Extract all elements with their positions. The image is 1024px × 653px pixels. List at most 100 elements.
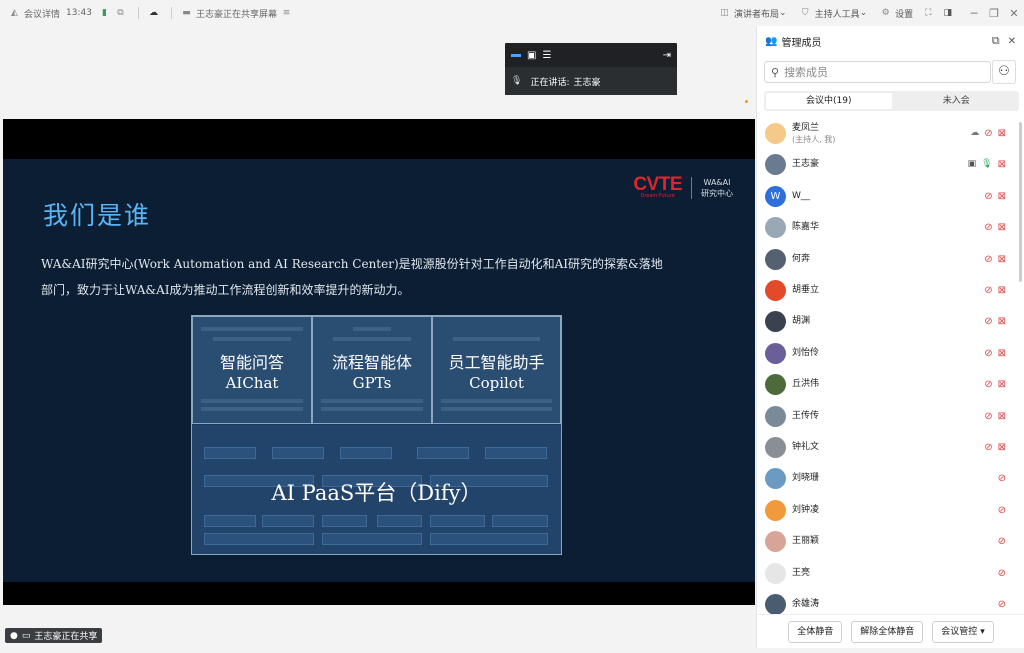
member-status-icons: ⊘ ⊠ — [984, 191, 1006, 202]
avatar — [765, 374, 786, 396]
mic-muted-icon[interactable]: ⊘ — [998, 536, 1006, 547]
member-status-icons: ⊘ — [998, 473, 1006, 484]
minimize-icon[interactable]: ─ — [964, 7, 984, 20]
unmute-all-button[interactable]: 解除全体静音 — [851, 620, 924, 643]
collapse-icon[interactable]: ⇥ — [663, 50, 671, 61]
popout-icon[interactable]: ⧉ — [992, 34, 1000, 48]
member-row[interactable]: 刘钟凌 ⊘ — [757, 495, 1024, 526]
member-name: 丘洪伟 — [792, 379, 820, 390]
mic-muted-icon[interactable]: ⊘ — [984, 191, 992, 202]
member-row[interactable]: 胡垂立 ⊘ ⊠ — [757, 275, 1024, 306]
member-name-block: 刘钟凌 — [792, 505, 819, 516]
shared-screen-area: 我们是谁 CVTE Dream·Future WA&AI 研究中心 WA&AI研究… — [0, 26, 756, 648]
meeting-time: 13:43 — [66, 8, 92, 18]
mic-muted-icon[interactable]: ⊘ — [984, 379, 992, 390]
camera-off-icon[interactable]: ⊠ — [998, 316, 1006, 327]
camera-off-icon[interactable]: ⊠ — [998, 379, 1006, 390]
avatar: W — [765, 185, 786, 207]
slide-description: WA&AI研究中心(Work Automation and AI Researc… — [41, 251, 741, 303]
invite-member-button[interactable]: ⚇ — [992, 60, 1016, 84]
close-icon[interactable]: ✕ — [1008, 36, 1016, 47]
member-row[interactable]: 刘怡伶 ⊘ ⊠ — [757, 338, 1024, 369]
member-name: 钟礼文 — [792, 442, 820, 452]
camera-off-icon[interactable]: ⊠ — [998, 442, 1006, 453]
member-row[interactable]: 陈嘉华 ⊘ ⊠ — [757, 212, 1024, 243]
mic-muted-icon[interactable]: ⊘ — [984, 348, 992, 359]
chevron-down-icon: ⌄ — [779, 8, 787, 18]
speaker-panel-toolbar: ▣ ☰ ⇥ — [505, 43, 677, 67]
member-row[interactable]: 王志豪 ▣ 🎙 ⊠ — [757, 149, 1024, 180]
member-row[interactable]: 麦凤兰 (主持人, 我) ☁ ⊘ ⊠ — [757, 118, 1024, 149]
cell-title-cn: 智能问答 — [219, 353, 284, 372]
member-status-icons: ⊘ — [998, 505, 1006, 516]
member-name-block: 王丽颖 — [792, 536, 819, 547]
mic-muted-icon[interactable]: ⊘ — [998, 473, 1006, 484]
member-tabs: 会议中(19) 未入会 — [764, 91, 1019, 111]
mute-all-button[interactable]: 全体静音 — [788, 620, 843, 643]
avatar — [765, 248, 786, 270]
caret-down-icon: ▾ — [980, 626, 985, 637]
camera-off-icon[interactable]: ⊠ — [998, 128, 1006, 139]
list-icon[interactable]: ☰ — [542, 50, 551, 61]
external-link-icon[interactable]: ⧉ — [114, 8, 127, 18]
settings-button[interactable]: ⚙ 设置 — [879, 7, 914, 20]
member-row[interactable]: 何奔 ⊘ ⊠ — [757, 244, 1024, 275]
member-row[interactable]: 刘晓珊 ⊘ — [757, 463, 1024, 494]
member-row[interactable]: 王丽颖 ⊘ — [757, 526, 1024, 557]
minimize-panel-icon[interactable] — [511, 53, 521, 57]
meeting-details-label[interactable]: 会议详情 — [24, 7, 60, 20]
chevron-down-icon: ⌄ — [859, 8, 868, 18]
member-row[interactable]: W W__ ⊘ ⊠ — [757, 181, 1024, 212]
mic-muted-icon[interactable]: ⊘ — [984, 254, 992, 265]
screen-share-icon[interactable]: ▣ — [968, 159, 977, 170]
speaker-panel[interactable]: ▣ ☰ ⇥ 🎙 正在讲话: 王志豪 — [505, 43, 677, 95]
fullscreen-button[interactable]: ⛶ — [925, 8, 931, 18]
close-icon[interactable]: ✕ — [1004, 7, 1024, 20]
mic-muted-icon[interactable]: ⊘ — [998, 599, 1006, 610]
camera-off-icon[interactable]: ⊠ — [998, 411, 1006, 422]
camera-off-icon[interactable]: ⊠ — [998, 159, 1006, 170]
search-input[interactable]: ⚲ 搜索成员 — [764, 61, 991, 83]
mic-muted-icon[interactable]: ⊘ — [998, 568, 1006, 579]
member-row[interactable]: 丘洪伟 ⊘ ⊠ — [757, 369, 1024, 400]
member-row[interactable]: 王亮 ⊘ — [757, 558, 1024, 589]
speaking-label: 正在讲话: — [530, 77, 570, 88]
window-controls: ◫ 演讲者布局 ⌄ ⛉ 主持人工具 ⌄ ⚙ 设置 ⛶ ◨ ─ ❐ ✕ — [718, 0, 1024, 26]
mic-muted-icon[interactable]: ⊘ — [984, 442, 992, 453]
tab-not-joined[interactable]: 未入会 — [894, 91, 1020, 111]
paas-layer: AI PaaS平台（Dify） — [192, 425, 561, 554]
mic-muted-icon[interactable]: ⊘ — [998, 505, 1006, 516]
camera-off-icon[interactable]: ⊠ — [998, 348, 1006, 359]
member-name-block: W__ — [792, 191, 810, 202]
tab-in-meeting[interactable]: 会议中(19) — [766, 93, 892, 109]
mic-muted-icon[interactable]: ⊘ — [984, 411, 992, 422]
cloud-record-icon[interactable]: ☁ — [147, 8, 160, 18]
window-icon[interactable]: ▣ — [527, 50, 536, 61]
mic-muted-icon[interactable]: ⊘ — [984, 285, 992, 296]
camera-off-icon[interactable]: ⊠ — [998, 254, 1006, 265]
desc-line-1: WA&AI研究中心(Work Automation and AI Researc… — [41, 257, 663, 271]
host-tools-button[interactable]: ⛉ 主持人工具 ⌄ — [799, 7, 868, 20]
mic-on-icon[interactable]: 🎙 — [981, 159, 992, 170]
logo-main: CVTE — [633, 174, 682, 195]
scrollbar[interactable] — [1019, 122, 1022, 282]
menu-icon[interactable]: ≡ — [280, 8, 293, 18]
avatar — [765, 311, 786, 333]
meeting-control-button[interactable]: 会议管控 ▾ — [932, 620, 994, 643]
speaker-name: 王志豪 — [573, 77, 601, 88]
meeting-info[interactable]: ◭ 会议详情 13:43 ▮ ⧉ — [8, 7, 130, 20]
member-row[interactable]: 王传传 ⊘ ⊠ — [757, 401, 1024, 432]
restore-icon[interactable]: ❐ — [984, 7, 1004, 20]
member-row[interactable]: 钟礼文 ⊘ ⊠ — [757, 432, 1024, 463]
cloud-icon[interactable]: ☁ — [970, 128, 979, 139]
mic-muted-icon[interactable]: ⊘ — [984, 222, 992, 233]
member-row[interactable]: 胡渊 ⊘ ⊠ — [757, 306, 1024, 337]
presenter-layout-button[interactable]: ◫ 演讲者布局 ⌄ — [718, 7, 787, 20]
camera-off-icon[interactable]: ⊠ — [998, 285, 1006, 296]
mic-muted-icon[interactable]: ⊘ — [984, 316, 992, 327]
member-status-icons: ⊘ ⊠ — [984, 442, 1006, 453]
sidebar-toggle-button[interactable]: ◨ — [943, 8, 952, 18]
camera-off-icon[interactable]: ⊠ — [998, 222, 1006, 233]
camera-off-icon[interactable]: ⊠ — [998, 191, 1006, 202]
mic-muted-icon[interactable]: ⊘ — [984, 128, 992, 139]
